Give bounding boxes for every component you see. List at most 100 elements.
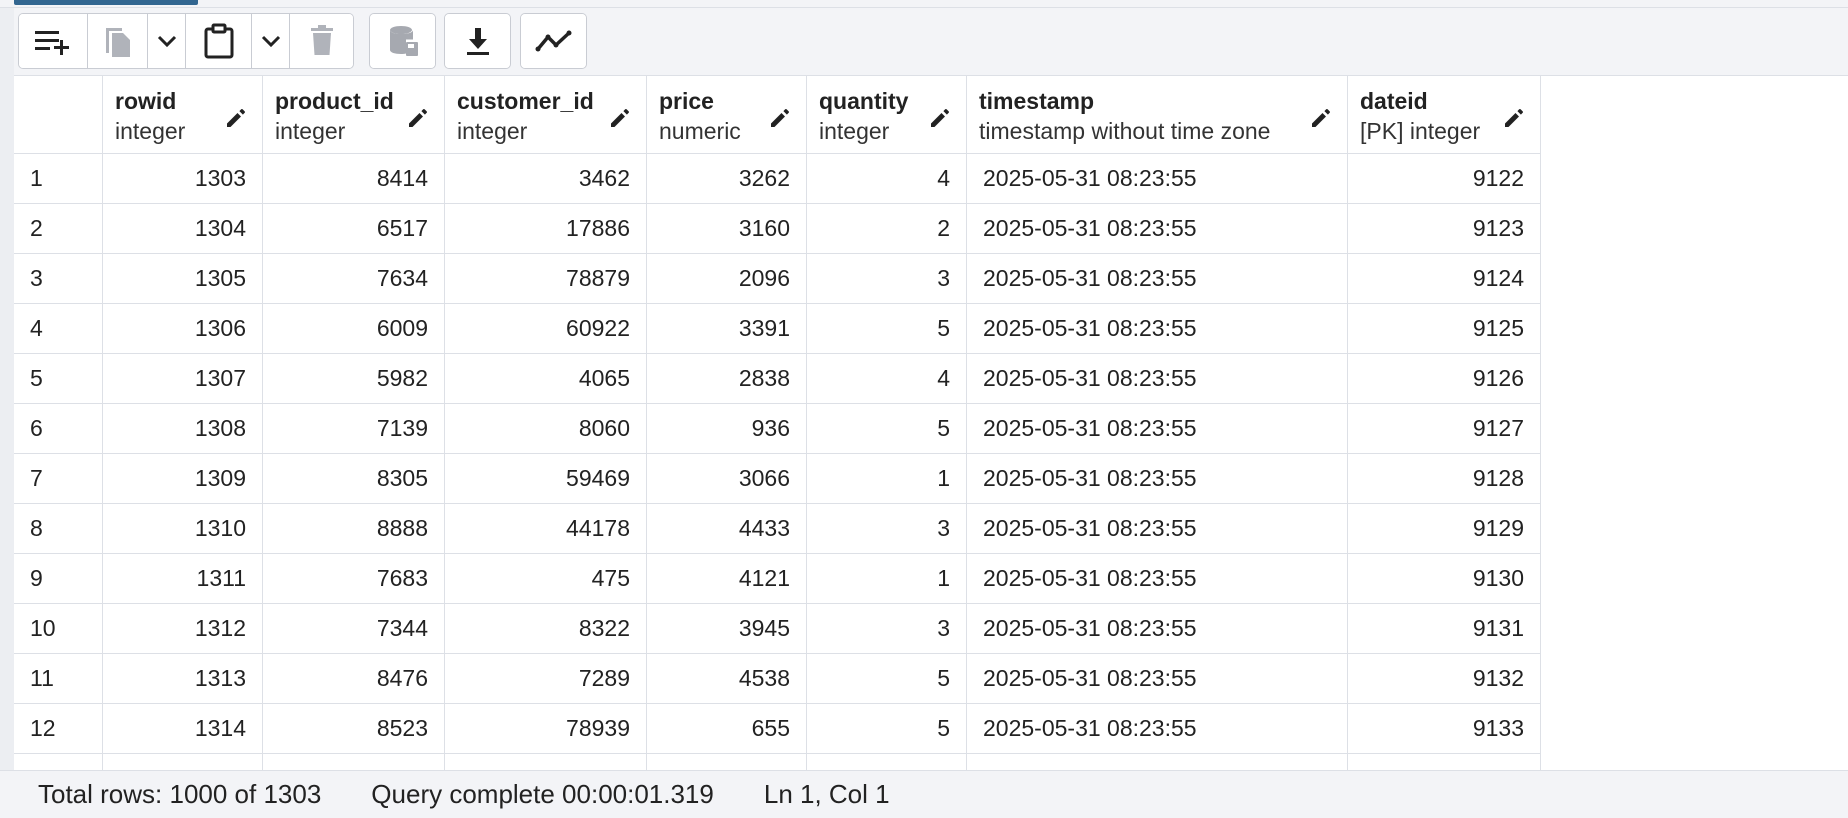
table-row[interactable]: 1 1303 8414 3462 3262 4 2025-05-31 08:23:55 912…: [14, 154, 1541, 204]
cell-price[interactable]: 3391: [647, 304, 807, 354]
cell-dateid[interactable]: [1348, 754, 1541, 770]
cell-quantity[interactable]: 5: [807, 404, 967, 454]
cell-quantity[interactable]: 5: [807, 304, 967, 354]
table-row[interactable]: 6 1308 7139 8060 936 5 2025-05-31 08:23:55 9127: [14, 404, 1541, 454]
cell-dateid[interactable]: 9126: [1348, 354, 1541, 404]
cell-timestamp[interactable]: 2025-05-31 08:23:55: [967, 704, 1348, 754]
cell-rowid[interactable]: 1305: [103, 254, 263, 304]
cell-customer-id[interactable]: 3462: [445, 154, 647, 204]
cell-rowid[interactable]: 1312: [103, 604, 263, 654]
cell-rowid[interactable]: 1314: [103, 704, 263, 754]
cell-rowid[interactable]: 1308: [103, 404, 263, 454]
cell-price[interactable]: [647, 754, 807, 770]
table-row[interactable]: 4 1306 6009 60922 3391 5 2025-05-31 08:23:55 91…: [14, 304, 1541, 354]
row-number[interactable]: 11: [14, 654, 103, 704]
row-number[interactable]: 10: [14, 604, 103, 654]
row-number-header[interactable]: [14, 76, 103, 154]
cell-dateid[interactable]: 9122: [1348, 154, 1541, 204]
cell-product-id[interactable]: 8888: [263, 504, 445, 554]
cell-timestamp[interactable]: 2025-05-31 08:23:55: [967, 404, 1348, 454]
cell-product-id[interactable]: [263, 754, 445, 770]
table-row[interactable]: 3 1305 7634 78879 2096 3 2025-05-31 08:23:55 91…: [14, 254, 1541, 304]
cell-rowid[interactable]: 1307: [103, 354, 263, 404]
download-button[interactable]: [445, 14, 510, 68]
cell-price[interactable]: 655: [647, 704, 807, 754]
save-data-button[interactable]: [370, 14, 435, 68]
cell-rowid[interactable]: 1304: [103, 204, 263, 254]
cell-timestamp[interactable]: 2025-05-31 08:23:55: [967, 304, 1348, 354]
cell-quantity[interactable]: 2: [807, 204, 967, 254]
paste-options-button[interactable]: [251, 14, 289, 68]
cell-price[interactable]: 2838: [647, 354, 807, 404]
cell-customer-id[interactable]: 59469: [445, 454, 647, 504]
column-header-quantity[interactable]: quantity integer: [807, 76, 967, 154]
row-number[interactable]: 8: [14, 504, 103, 554]
cell-quantity[interactable]: 5: [807, 654, 967, 704]
column-header-price[interactable]: price numeric: [647, 76, 807, 154]
copy-button[interactable]: [87, 14, 147, 68]
delete-button[interactable]: [289, 14, 353, 68]
copy-options-button[interactable]: [147, 14, 185, 68]
row-number[interactable]: 3: [14, 254, 103, 304]
cell-rowid[interactable]: 1310: [103, 504, 263, 554]
cell-dateid[interactable]: 9127: [1348, 404, 1541, 454]
table-row[interactable]: 7 1309 8305 59469 3066 1 2025-05-31 08:23:55 91…: [14, 454, 1541, 504]
row-number[interactable]: [14, 754, 103, 770]
row-number[interactable]: 5: [14, 354, 103, 404]
cell-dateid[interactable]: 9130: [1348, 554, 1541, 604]
add-row-button[interactable]: [19, 14, 87, 68]
cell-quantity[interactable]: 3: [807, 504, 967, 554]
table-row[interactable]: [14, 754, 1541, 770]
cell-product-id[interactable]: 7344: [263, 604, 445, 654]
table-row[interactable]: 10 1312 7344 8322 3945 3 2025-05-31 08:23:55 91…: [14, 604, 1541, 654]
cell-customer-id[interactable]: 475: [445, 554, 647, 604]
cell-product-id[interactable]: 8476: [263, 654, 445, 704]
cell-price[interactable]: 2096: [647, 254, 807, 304]
cell-quantity[interactable]: 1: [807, 554, 967, 604]
cell-timestamp[interactable]: 2025-05-31 08:23:55: [967, 454, 1348, 504]
cell-product-id[interactable]: 7139: [263, 404, 445, 454]
row-number[interactable]: 6: [14, 404, 103, 454]
cell-customer-id[interactable]: 60922: [445, 304, 647, 354]
cell-timestamp[interactable]: 2025-05-31 08:23:55: [967, 504, 1348, 554]
column-header-customer-id[interactable]: customer_id integer: [445, 76, 647, 154]
cell-customer-id[interactable]: [445, 754, 647, 770]
cell-product-id[interactable]: 8523: [263, 704, 445, 754]
cell-rowid[interactable]: 1311: [103, 554, 263, 604]
cell-product-id[interactable]: 8414: [263, 154, 445, 204]
cell-customer-id[interactable]: 4065: [445, 354, 647, 404]
edit-column-button[interactable]: [404, 104, 432, 132]
cell-product-id[interactable]: 6009: [263, 304, 445, 354]
edit-column-button[interactable]: [926, 104, 954, 132]
cell-dateid[interactable]: 9124: [1348, 254, 1541, 304]
cell-price[interactable]: 4433: [647, 504, 807, 554]
row-number[interactable]: 2: [14, 204, 103, 254]
cell-product-id[interactable]: 5982: [263, 354, 445, 404]
cell-timestamp[interactable]: [967, 754, 1348, 770]
cell-quantity[interactable]: 1: [807, 454, 967, 504]
edit-column-button[interactable]: [222, 104, 250, 132]
row-number[interactable]: 7: [14, 454, 103, 504]
cell-dateid[interactable]: 9129: [1348, 504, 1541, 554]
table-row[interactable]: 11 1313 8476 7289 4538 5 2025-05-31 08:23:55 91…: [14, 654, 1541, 704]
column-header-dateid[interactable]: dateid [PK] integer: [1348, 76, 1541, 154]
cell-customer-id[interactable]: 8060: [445, 404, 647, 454]
edit-column-button[interactable]: [1500, 104, 1528, 132]
paste-button[interactable]: [185, 14, 251, 68]
cell-timestamp[interactable]: 2025-05-31 08:23:55: [967, 654, 1348, 704]
cell-timestamp[interactable]: 2025-05-31 08:23:55: [967, 204, 1348, 254]
cell-timestamp[interactable]: 2025-05-31 08:23:55: [967, 254, 1348, 304]
cell-quantity[interactable]: 3: [807, 604, 967, 654]
graph-visualiser-button[interactable]: [521, 14, 586, 68]
cell-price[interactable]: 3066: [647, 454, 807, 504]
cell-rowid[interactable]: [103, 754, 263, 770]
cell-quantity[interactable]: 5: [807, 704, 967, 754]
cell-timestamp[interactable]: 2025-05-31 08:23:55: [967, 154, 1348, 204]
table-row[interactable]: 8 1310 8888 44178 4433 3 2025-05-31 08:23:55 91…: [14, 504, 1541, 554]
cell-price[interactable]: 936: [647, 404, 807, 454]
cell-rowid[interactable]: 1303: [103, 154, 263, 204]
column-header-timestamp[interactable]: timestamp timestamp without time zone: [967, 76, 1348, 154]
table-row[interactable]: 9 1311 7683 475 4121 1 2025-05-31 08:23:55 9130: [14, 554, 1541, 604]
column-header-rowid[interactable]: rowid integer: [103, 76, 263, 154]
row-number[interactable]: 12: [14, 704, 103, 754]
